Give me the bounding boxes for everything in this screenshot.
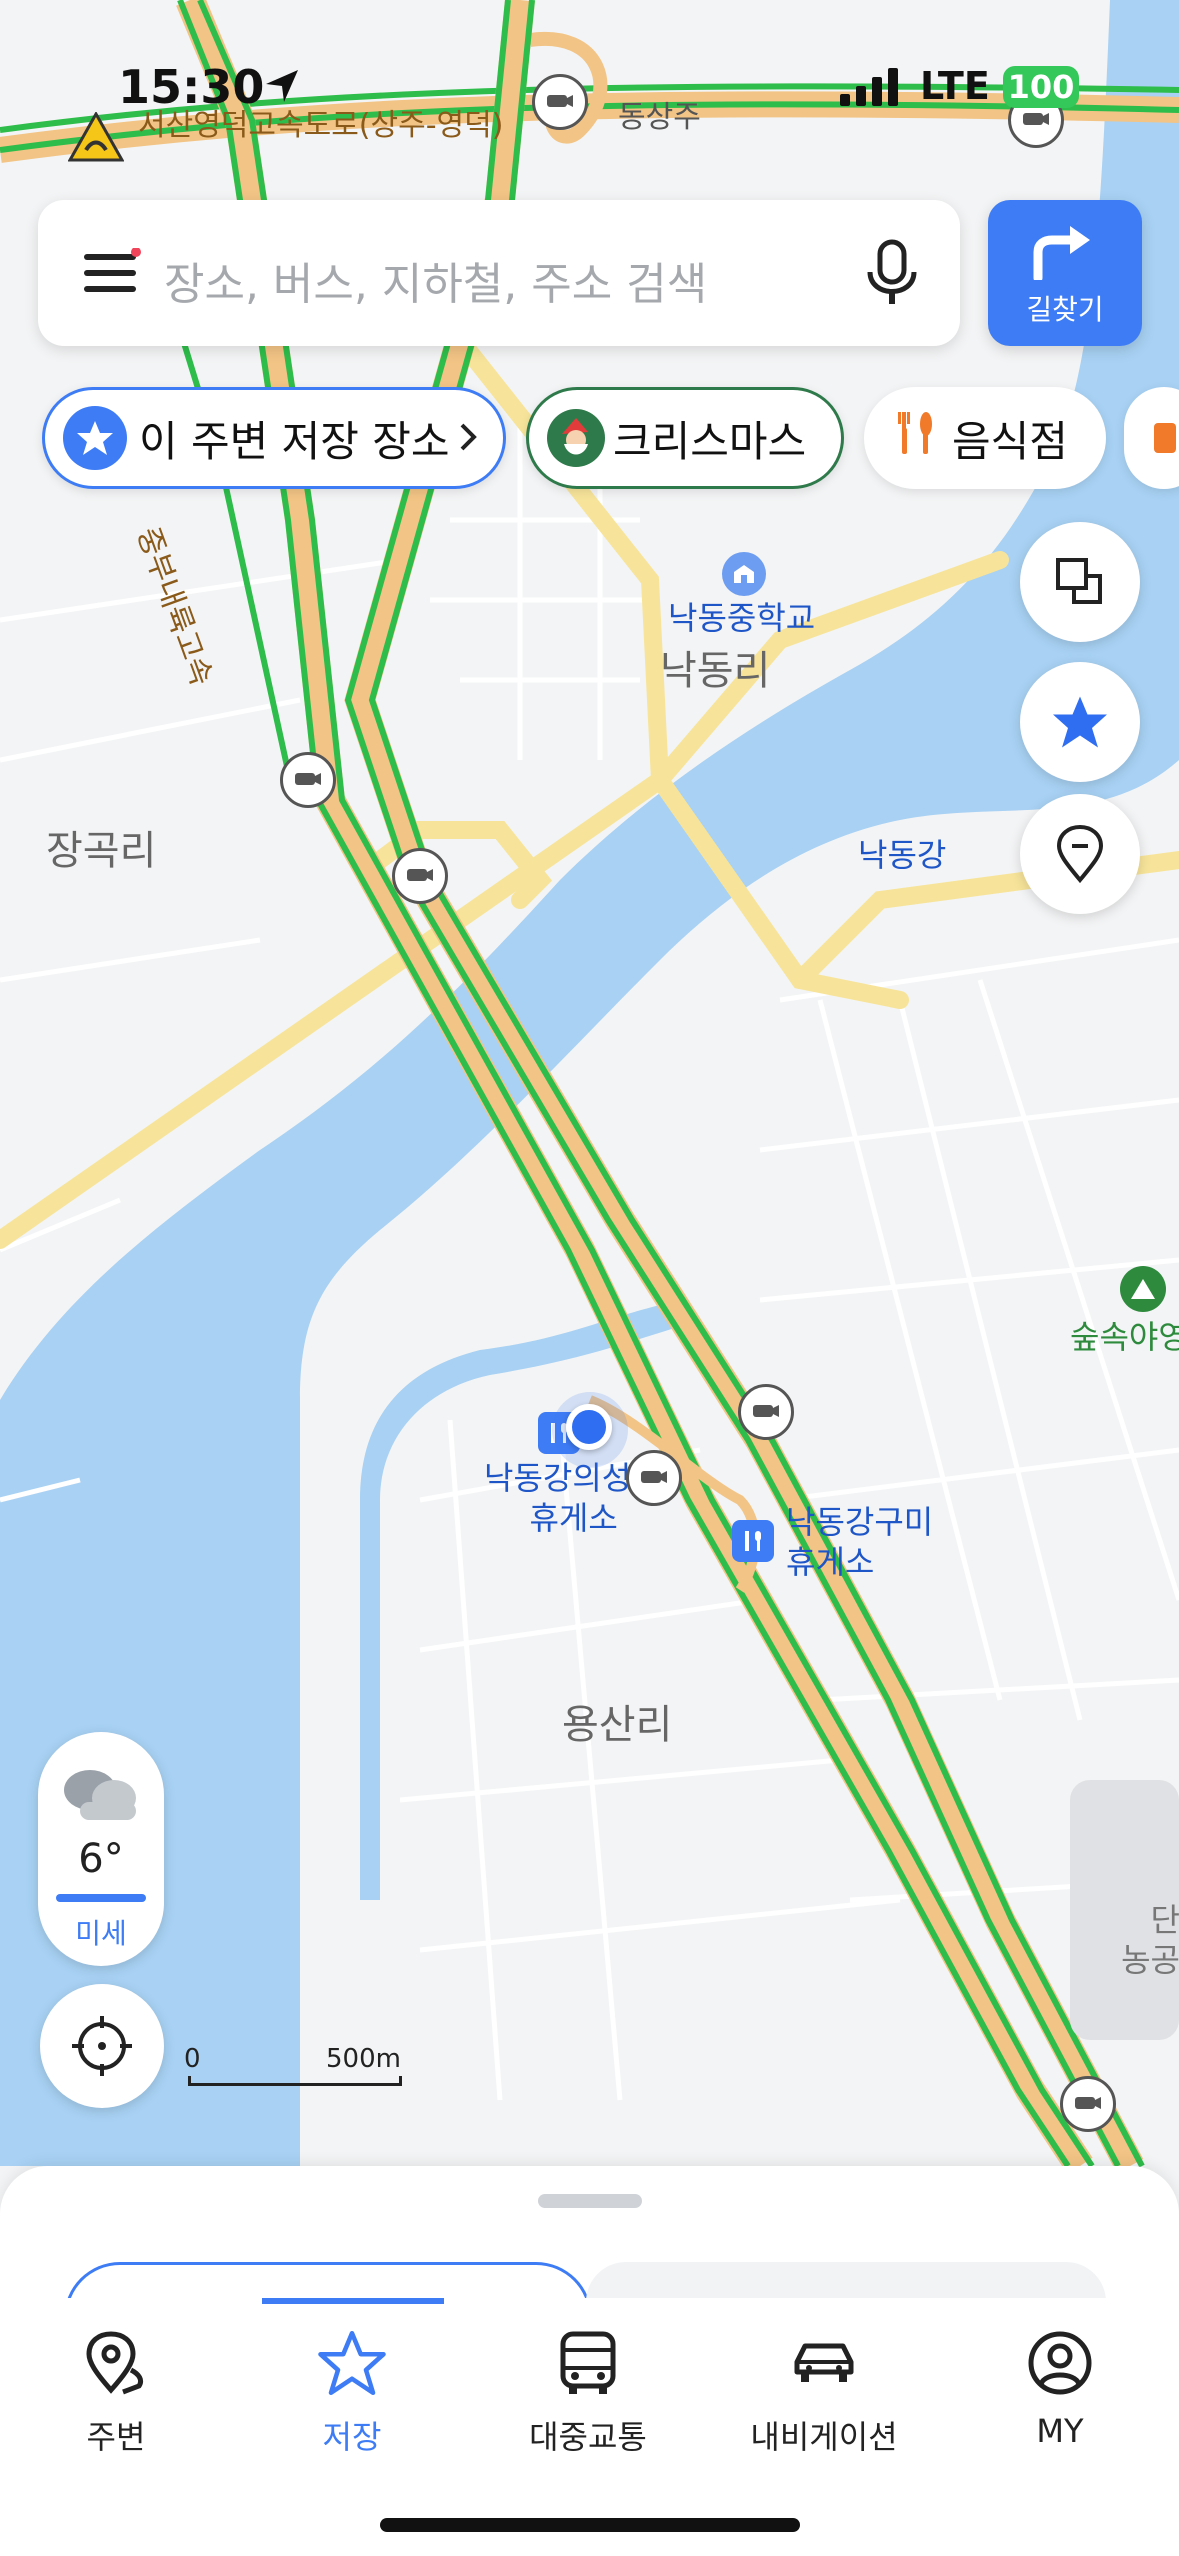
location-arrow-icon <box>262 66 302 110</box>
tab-nearby[interactable]: 주변 <box>16 2328 216 2458</box>
restaurant-icon[interactable] <box>732 1520 774 1562</box>
place-pin-button[interactable] <box>1020 794 1140 914</box>
cloud-icon <box>60 1760 144 1830</box>
school-pin-icon[interactable] <box>722 552 766 596</box>
signal-bars-icon <box>838 66 904 110</box>
star-icon <box>318 2330 386 2396</box>
map-label-nakdongri: 낙동리 <box>660 648 771 694</box>
tab-transit-label: 대중교통 <box>529 2418 647 2456</box>
chip-restaurant-label: 음식점 <box>952 416 1068 466</box>
current-location-marker[interactable] <box>566 1404 612 1450</box>
status-time: 15:30 <box>118 60 265 114</box>
rest1-type: 휴게소 <box>529 1499 618 1537</box>
star-icon <box>1053 696 1107 748</box>
tab-saved[interactable]: 저장 <box>252 2328 452 2458</box>
map-label-yongsanri: 용산리 <box>562 1702 673 1748</box>
speed-camera-icon[interactable] <box>280 752 336 808</box>
sheet-drag-handle[interactable] <box>538 2194 642 2208</box>
tab-transit[interactable]: 대중교통 <box>488 2328 688 2458</box>
tab-my-label: MY <box>1036 2412 1084 2450</box>
scale-distance: 500m <box>326 2044 401 2074</box>
map-label-camp[interactable]: 숲속야영 <box>1070 1312 1179 1358</box>
speed-camera-icon[interactable] <box>392 848 448 904</box>
battery-icon: 100 <box>1003 66 1079 108</box>
chip-restaurant[interactable]: 음식점 <box>864 387 1106 489</box>
campsite-icon[interactable] <box>1120 1266 1166 1312</box>
air-quality-bar <box>56 1894 146 1902</box>
rest1-name: 낙동강의성 <box>484 1459 632 1497</box>
weather-temperature: 6° <box>78 1836 124 1882</box>
santa-icon <box>547 409 605 467</box>
speed-camera-icon[interactable] <box>626 1450 682 1506</box>
my-location-button[interactable] <box>40 1984 164 2108</box>
map-label-janggokri: 장곡리 <box>46 828 157 874</box>
rest2-type: 휴게소 <box>786 1543 875 1581</box>
edge-label-1: 단 <box>1150 1901 1179 1939</box>
scale-zero: 0 <box>184 2044 201 2074</box>
chip-christmas-label: 크리스마스 <box>613 416 807 466</box>
scale-bar <box>188 2076 402 2086</box>
air-quality-label: 미세 <box>75 1917 127 1950</box>
turn-right-arrow-icon <box>1030 222 1100 284</box>
search-input[interactable]: 장소, 버스, 지하철, 주소 검색 <box>164 248 707 312</box>
car-icon <box>794 2343 854 2382</box>
chip-christmas[interactable]: 크리스마스 <box>526 387 844 489</box>
tab-navigation-label: 내비게이션 <box>750 2418 898 2456</box>
weather-widget[interactable]: 6° 미세 <box>38 1732 164 1966</box>
tab-saved-label: 저장 <box>322 2418 382 2456</box>
microphone-icon[interactable] <box>864 238 920 312</box>
tab-my[interactable]: MY <box>960 2328 1160 2450</box>
road-warning-icon[interactable] <box>67 110 125 166</box>
speed-camera-icon[interactable] <box>738 1384 794 1440</box>
bus-icon <box>560 2331 616 2394</box>
map-label-edge: 단 농공 <box>1120 1900 1179 1980</box>
home-indicator[interactable] <box>380 2518 800 2532</box>
tab-nearby-label: 주변 <box>86 2418 146 2456</box>
chip-saved-nearby-label: 이 주변 저장 장소 <box>139 416 450 466</box>
directions-label: 길찾기 <box>1026 293 1104 326</box>
map-label-river: 낙동강 <box>858 836 947 874</box>
search-bar[interactable]: 장소, 버스, 지하철, 주소 검색 <box>38 200 960 346</box>
location-pin-icon <box>1056 824 1104 884</box>
map-label-school[interactable]: 낙동중학교 <box>668 598 815 638</box>
edge-label-2: 농공 <box>1121 1941 1179 1979</box>
chip-more[interactable] <box>1124 387 1179 489</box>
fork-knife-icon <box>896 410 936 466</box>
map-label-rest2[interactable]: 낙동강구미 휴게소 <box>786 1502 933 1582</box>
directions-button[interactable]: 길찾기 <box>988 200 1142 346</box>
speed-camera-icon[interactable] <box>1060 2076 1116 2132</box>
speed-camera-icon[interactable] <box>532 74 588 130</box>
shop-icon <box>1154 423 1176 453</box>
user-icon <box>1028 2331 1092 2395</box>
active-tab-indicator <box>262 2298 444 2304</box>
crosshair-icon <box>72 2016 132 2076</box>
map-label-ic: 동상주 <box>618 100 701 135</box>
rest2-name: 낙동강구미 <box>786 1503 934 1541</box>
layers-icon <box>1056 558 1102 604</box>
network-type: LTE <box>920 64 990 108</box>
map-layers-button[interactable] <box>1020 522 1140 642</box>
star-icon <box>63 406 127 470</box>
favorites-button[interactable] <box>1020 662 1140 782</box>
tab-navigation[interactable]: 내비게이션 <box>724 2328 924 2458</box>
menu-icon[interactable] <box>84 247 144 302</box>
map-label-rest1[interactable]: 낙동강의성 휴게소 <box>484 1458 631 1538</box>
chip-saved-nearby[interactable]: 이 주변 저장 장소 <box>42 387 506 489</box>
location-pin-icon <box>86 2331 144 2395</box>
chevron-right-icon <box>458 414 478 463</box>
